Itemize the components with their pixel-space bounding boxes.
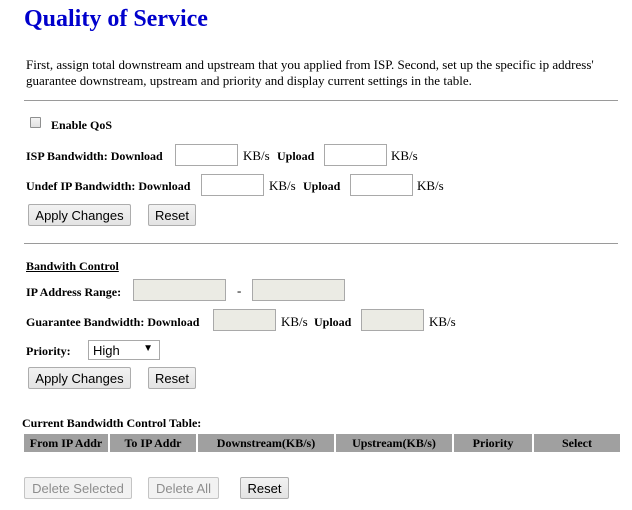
guarantee-bandwidth-label: Guarantee Bandwidth: Download: [26, 315, 200, 329]
undef-bandwidth-label: Undef IP Bandwidth: Download: [26, 179, 191, 193]
guarantee-download-input[interactable]: [213, 309, 276, 331]
column-to-ip: To IP Addr: [110, 434, 196, 452]
table-header: From IP Addr To IP Addr Downstream(KB/s)…: [24, 434, 620, 452]
isp-upload-unit: KB/s: [391, 148, 418, 163]
ip-range-to-input[interactable]: [252, 279, 345, 301]
ip-range-from-input[interactable]: [133, 279, 226, 301]
column-select: Select: [534, 434, 620, 452]
priority-label: Priority:: [26, 344, 71, 358]
page-description: First, assign total downstream and upstr…: [26, 57, 594, 88]
undef-upload-input[interactable]: [350, 174, 413, 196]
guarantee-upload-input[interactable]: [361, 309, 424, 331]
ip-range-label: IP Address Range:: [26, 285, 122, 299]
isp-upload-label: Upload: [277, 149, 315, 163]
divider-top: [24, 100, 618, 101]
delete-selected-button[interactable]: Delete Selected: [24, 477, 132, 499]
priority-select[interactable]: High ▼: [88, 340, 160, 360]
qos-apply-changes-button[interactable]: Apply Changes: [28, 204, 131, 226]
column-downstream: Downstream(KB/s): [198, 434, 334, 452]
undef-download-unit: KB/s: [269, 178, 296, 193]
isp-bandwidth-label: ISP Bandwidth: Download: [26, 149, 163, 163]
isp-upload-input[interactable]: [324, 144, 387, 166]
delete-all-button[interactable]: Delete All: [148, 477, 219, 499]
undef-upload-unit: KB/s: [417, 178, 444, 193]
guarantee-upload-unit: KB/s: [429, 314, 456, 329]
enable-qos-label: Enable QoS: [51, 118, 113, 132]
control-reset-button[interactable]: Reset: [148, 367, 196, 389]
qos-reset-button[interactable]: Reset: [148, 204, 196, 226]
table-reset-button[interactable]: Reset: [240, 477, 289, 499]
bandwidth-control-heading: Bandwith Control: [26, 259, 119, 273]
page-title: Quality of Service: [24, 6, 208, 32]
guarantee-upload-label: Upload: [314, 315, 352, 329]
enable-qos-checkbox[interactable]: [30, 117, 41, 128]
table-title: Current Bandwidth Control Table:: [22, 416, 202, 430]
divider-middle: [24, 243, 618, 244]
isp-download-unit: KB/s: [243, 148, 270, 163]
undef-upload-label: Upload: [303, 179, 341, 193]
column-priority: Priority: [454, 434, 532, 452]
priority-selected-value: High: [93, 342, 120, 358]
guarantee-download-unit: KB/s: [281, 314, 308, 329]
column-from-ip: From IP Addr: [24, 434, 108, 452]
isp-download-input[interactable]: [175, 144, 238, 166]
dropdown-arrow-icon: ▼: [143, 343, 153, 354]
column-upstream: Upstream(KB/s): [336, 434, 452, 452]
undef-download-input[interactable]: [201, 174, 264, 196]
control-apply-changes-button[interactable]: Apply Changes: [28, 367, 131, 389]
ip-range-separator: -: [237, 283, 242, 298]
